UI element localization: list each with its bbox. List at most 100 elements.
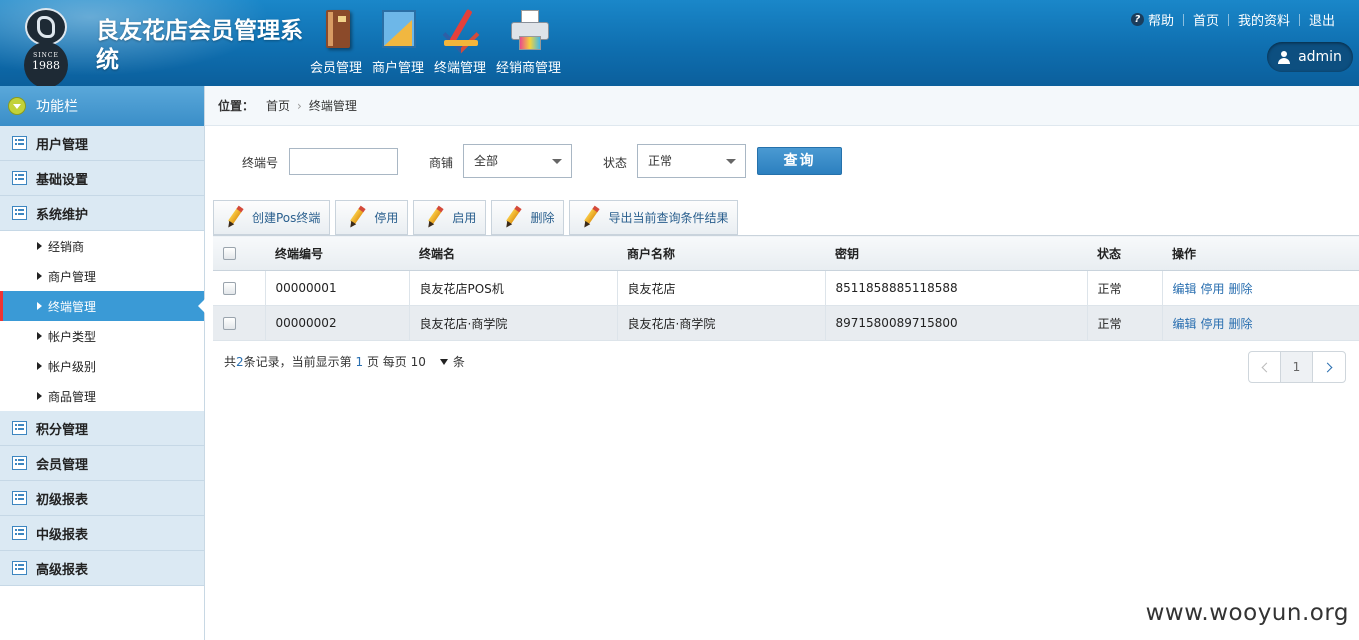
- pager-total: 2: [236, 355, 244, 369]
- tools-icon: [438, 8, 482, 54]
- sidebar-item-label: 经销商: [48, 239, 85, 254]
- logo-seal: SINCE 1988: [24, 42, 68, 86]
- caret-right-icon: [37, 392, 42, 400]
- col-header[interactable]: 状态: [1087, 235, 1162, 271]
- edit-link[interactable]: 编辑: [1173, 282, 1197, 296]
- printer-icon: [507, 8, 551, 52]
- watermark: www.wooyun.org: [1145, 600, 1349, 626]
- main-content: 位置： 首页 › 终端管理 终端号 商铺 全部 状态 正常 查询 创建Pos终端…: [205, 86, 1359, 640]
- cell-terminal-name: 良友花店POS机: [409, 270, 618, 306]
- button-label: 删除: [530, 211, 555, 225]
- sidebar-item-goods[interactable]: 商品管理: [0, 381, 204, 411]
- caret-down-icon[interactable]: [439, 359, 448, 365]
- create-pos-button[interactable]: 创建Pos终端: [213, 200, 331, 235]
- breadcrumb-current: 终端管理: [308, 99, 357, 113]
- logout-link[interactable]: 退出: [1309, 10, 1335, 29]
- shop-select[interactable]: 全部: [463, 144, 572, 178]
- enable-button[interactable]: 启用: [413, 200, 487, 235]
- topnav-label: 会员管理: [310, 61, 363, 76]
- list-icon: [12, 171, 27, 185]
- delete-link[interactable]: 删除: [1229, 317, 1253, 331]
- cell-terminal-id: 00000001: [265, 270, 410, 306]
- caret-right-icon: [37, 362, 42, 370]
- pager-info: 共2条记录，当前显示第 1 页 每页 10 条: [224, 353, 465, 370]
- topnav-member[interactable]: 会员管理: [310, 4, 362, 76]
- sidebar-header-label: 功能栏: [36, 99, 78, 115]
- disable-link[interactable]: 停用: [1201, 282, 1225, 296]
- sidebar: 功能栏 用户管理 基础设置 系统维护 经销商 商户管理 终端管理 帐户类型 帐户…: [0, 86, 205, 640]
- sidebar-item-account-level[interactable]: 帐户级别: [0, 351, 204, 381]
- help-link[interactable]: 帮助: [1148, 10, 1174, 29]
- user-icon: [1278, 50, 1291, 64]
- export-button[interactable]: 导出当前查询条件结果: [569, 200, 739, 235]
- sidebar-item-terminal[interactable]: 终端管理: [0, 291, 205, 321]
- app-title: 良友花店会员管理系统: [96, 17, 303, 73]
- collapse-toggle-icon[interactable]: [8, 97, 26, 115]
- topnav-merchant[interactable]: 商户管理: [372, 4, 424, 76]
- page-size-select[interactable]: 10: [411, 355, 426, 369]
- delete-link[interactable]: 删除: [1229, 282, 1253, 296]
- sidebar-group-report-adv[interactable]: 高级报表: [0, 551, 204, 586]
- pager-text: 共: [224, 355, 237, 369]
- status-select-value: 正常: [648, 154, 673, 168]
- row-checkbox[interactable]: [223, 317, 236, 330]
- sidebar-group-label: 积分管理: [36, 422, 89, 438]
- page-number-button[interactable]: 1: [1281, 352, 1313, 382]
- sidebar-group-label: 会员管理: [36, 457, 89, 473]
- next-page-button[interactable]: [1313, 352, 1345, 382]
- cell-status: 正常: [1087, 270, 1163, 306]
- pencil-icon: [504, 205, 523, 229]
- sidebar-group-points[interactable]: 积分管理: [0, 411, 204, 446]
- sidebar-group-user[interactable]: 用户管理: [0, 126, 204, 161]
- pencil-icon: [426, 205, 445, 229]
- cell-merchant: 良友花店: [617, 270, 826, 306]
- sidebar-group-basic[interactable]: 基础设置: [0, 161, 204, 196]
- pencil-icon: [225, 205, 244, 229]
- sidebar-group-report-basic[interactable]: 初级报表: [0, 481, 204, 516]
- disable-link[interactable]: 停用: [1201, 317, 1225, 331]
- row-checkbox[interactable]: [223, 282, 236, 295]
- breadcrumb-home[interactable]: 首页: [266, 97, 290, 114]
- sidebar-header[interactable]: 功能栏: [0, 86, 204, 126]
- disable-button[interactable]: 停用: [335, 200, 409, 235]
- sidebar-group-system[interactable]: 系统维护: [0, 196, 204, 231]
- user-name: admin: [1298, 49, 1342, 65]
- home-link[interactable]: 首页: [1193, 10, 1219, 29]
- caret-right-icon: [37, 302, 42, 310]
- sidebar-group-report-mid[interactable]: 中级报表: [0, 516, 204, 551]
- edit-link[interactable]: 编辑: [1173, 317, 1197, 331]
- sidebar-item-dealer[interactable]: 经销商: [0, 231, 204, 261]
- sidebar-item-merchant[interactable]: 商户管理: [0, 261, 204, 291]
- sidebar-group-label: 初级报表: [36, 492, 89, 508]
- topnav-dealer[interactable]: 经销商管理: [496, 4, 561, 76]
- table-row[interactable]: 00000001 良友花店POS机 良友花店 8511858885118588 …: [213, 270, 1359, 306]
- button-label: 导出当前查询条件结果: [608, 211, 729, 225]
- col-header[interactable]: 密钥: [825, 235, 1087, 271]
- prev-page-button[interactable]: [1249, 352, 1281, 382]
- terminal-no-input[interactable]: [289, 148, 398, 175]
- table-row[interactable]: 00000002 良友花店·商学院 良友花店·商学院 8971580089715…: [213, 305, 1359, 341]
- cell-key: 8971580089715800: [825, 305, 1088, 341]
- delete-button[interactable]: 删除: [491, 200, 565, 235]
- col-header[interactable]: 商户名称: [617, 235, 825, 271]
- status-select[interactable]: 正常: [637, 144, 746, 178]
- filter-bar: 终端号 商铺 全部 状态 正常 查询: [205, 144, 1359, 178]
- cell-key: 8511858885118588: [825, 270, 1088, 306]
- action-toolbar: 创建Pos终端 停用 启用 删除 导出当前查询条件结果: [213, 200, 743, 235]
- logo-emblem: [25, 8, 67, 46]
- sidebar-group-member[interactable]: 会员管理: [0, 446, 204, 481]
- profile-link[interactable]: 我的资料: [1238, 10, 1290, 29]
- user-menu[interactable]: admin: [1267, 42, 1353, 72]
- sidebar-item-label: 帐户类型: [48, 329, 97, 344]
- terminal-table: 终端编号 终端名 商户名称 密钥 状态 操作 00000001 良友花店POS机…: [213, 235, 1359, 341]
- query-button[interactable]: 查询: [757, 147, 842, 175]
- sidebar-item-account-type[interactable]: 帐户类型: [0, 321, 204, 351]
- list-icon: [12, 421, 27, 435]
- topnav-terminal[interactable]: 终端管理: [434, 4, 486, 76]
- sidebar-group-label: 系统维护: [36, 207, 89, 223]
- col-header[interactable]: 终端编号: [265, 235, 409, 271]
- cell-actions: 编辑 停用 删除: [1162, 270, 1359, 306]
- col-header[interactable]: 终端名: [409, 235, 617, 271]
- ruler-icon: [376, 8, 420, 52]
- select-all-checkbox[interactable]: [223, 247, 236, 260]
